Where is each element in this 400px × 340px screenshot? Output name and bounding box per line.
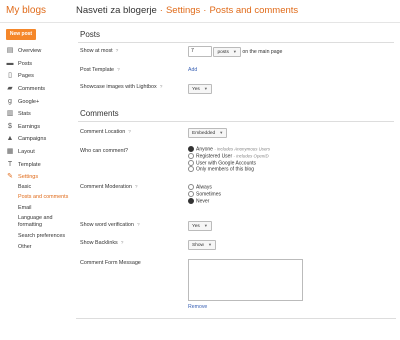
comment-moderation-options: Always Sometimes Never	[188, 184, 221, 204]
backlinks-label: Show Backlinks?	[80, 240, 124, 246]
posts-count-input[interactable]: 7	[188, 46, 212, 57]
show-at-most-label: Show at most?	[80, 48, 119, 54]
sidebar-item-campaigns[interactable]: ▲ Campaigns	[6, 133, 76, 146]
blog-name-crumb[interactable]: Nasveti za blogerje	[76, 5, 157, 16]
comments-icon: ▰	[7, 85, 13, 93]
crumb-separator: ·	[159, 5, 163, 16]
radio-dot	[188, 146, 194, 152]
remove-link[interactable]: Remove	[188, 304, 207, 310]
radio-members-only[interactable]: Only members of this blog	[188, 166, 270, 173]
settings-submenu: Basic Posts and comments Email Language …	[6, 184, 76, 251]
top-bar: My blogs Nasveti za blogerje · Settings · Po…	[0, 0, 400, 23]
comment-form-message-label: Comment Form Message	[80, 260, 141, 266]
chevron-down-icon: ▼	[203, 223, 208, 228]
submenu-other[interactable]: Other	[18, 244, 76, 251]
divider	[78, 42, 394, 43]
lightbox-label: Showcase images with Lightbox?	[80, 84, 163, 90]
backlinks-select[interactable]: Show ▼	[188, 240, 216, 250]
main-page-suffix: on the main page	[242, 48, 283, 55]
comment-location-label: Comment Location?	[80, 129, 131, 135]
lightbox-select[interactable]: Yes ▼	[188, 84, 212, 94]
earnings-icon: $	[8, 122, 12, 130]
help-icon[interactable]: ?	[128, 130, 131, 135]
template-icon: T	[7, 160, 13, 168]
help-icon[interactable]: ?	[117, 68, 120, 73]
post-template-label: Post Template?	[80, 67, 120, 73]
layout-icon: ▦	[6, 148, 14, 156]
settings-icon: ✎	[7, 173, 13, 181]
comment-location-control: Embedded ▼	[188, 128, 228, 138]
who-can-comment-options: Anyone - includes Anonymous Users Regist…	[188, 146, 270, 173]
chevron-down-icon: ▼	[219, 130, 224, 135]
help-icon[interactable]: ?	[137, 223, 140, 228]
chevron-down-icon: ▼	[232, 48, 237, 54]
comment-moderation-label: Comment Moderation?	[80, 184, 138, 190]
backlinks-control: Show ▼	[188, 240, 216, 250]
radio-dot	[188, 190, 194, 197]
radio-dot	[188, 184, 194, 190]
radio-dot	[188, 159, 194, 166]
word-verification-control: Yes ▼	[188, 221, 212, 231]
sidebar-item-layout[interactable]: ▦ Layout	[6, 146, 76, 159]
word-verification-select[interactable]: Yes ▼	[188, 221, 212, 231]
sidebar-item-comments[interactable]: ▰ Comments	[6, 83, 76, 96]
radio-anyone[interactable]: Anyone - includes Anonymous Users	[188, 146, 270, 153]
help-icon[interactable]: ?	[116, 49, 119, 54]
divider	[76, 318, 396, 319]
sidebar-item-template[interactable]: T Template	[6, 158, 76, 171]
overview-icon: ▤	[6, 47, 14, 55]
settings-crumb[interactable]: Settings	[166, 5, 200, 16]
help-icon[interactable]: ?	[160, 85, 163, 90]
who-can-comment-label: Who can comment?	[80, 148, 128, 154]
sidebar-item-earnings[interactable]: $ Earnings	[6, 121, 76, 134]
sidebar-item-stats[interactable]: ▥ Stats	[6, 108, 76, 121]
radio-dot	[188, 152, 194, 159]
breadcrumb: Nasveti za blogerje · Settings · Posts and c…	[76, 5, 298, 16]
sidebar: ▤ Overview ▬ Posts ▯ Pages ▰ Comments g Googl…	[6, 45, 76, 254]
comment-location-select[interactable]: Embedded ▼	[188, 128, 228, 138]
pages-icon: ▯	[8, 72, 12, 80]
posts-icon: ▬	[6, 59, 14, 67]
submenu-email[interactable]: Email	[18, 205, 76, 212]
word-verification-label: Show word verification?	[80, 222, 140, 228]
comment-form-message-textarea[interactable]	[188, 259, 303, 301]
lightbox-control: Yes ▼	[188, 84, 212, 94]
submenu-language-and-formatting[interactable]: Language and formatting	[18, 215, 62, 229]
radio-sometimes[interactable]: Sometimes	[188, 190, 221, 198]
radio-google-accounts[interactable]: User with Google Accounts	[188, 159, 270, 167]
google-plus-icon: g	[8, 97, 12, 105]
help-icon[interactable]: ?	[121, 241, 124, 246]
radio-always[interactable]: Always	[188, 184, 221, 191]
sidebar-item-pages[interactable]: ▯ Pages	[6, 70, 76, 83]
radio-dot	[188, 197, 194, 204]
my-blogs-link[interactable]: My blogs	[6, 5, 46, 16]
posts-heading: Posts	[80, 30, 101, 39]
crumb-separator: ·	[203, 5, 207, 16]
comments-heading: Comments	[80, 109, 119, 118]
page-title: Posts and comments	[209, 5, 299, 16]
comments-section: Comments	[78, 103, 394, 122]
divider	[78, 121, 394, 122]
radio-never[interactable]: Never	[188, 197, 221, 205]
sidebar-item-google-plus[interactable]: g Google+	[6, 95, 76, 108]
chevron-down-icon: ▼	[208, 242, 212, 247]
new-post-button[interactable]: New post	[6, 29, 36, 40]
chevron-down-icon: ▼	[203, 86, 208, 91]
sidebar-item-settings[interactable]: ✎ Settings	[6, 171, 76, 184]
sidebar-item-posts[interactable]: ▬ Posts	[6, 58, 76, 71]
submenu-posts-and-comments[interactable]: Posts and comments	[18, 194, 76, 201]
main-content: Posts	[78, 22, 394, 43]
submenu-basic[interactable]: Basic	[18, 184, 76, 191]
campaigns-icon: ▲	[6, 135, 14, 143]
radio-registered-user[interactable]: Registered User - includes OpenID	[188, 152, 270, 160]
stats-icon: ▥	[6, 110, 14, 118]
posts-unit-select[interactable]: posts ▼	[213, 46, 241, 57]
post-template-add-link[interactable]: Add	[188, 67, 197, 73]
help-icon[interactable]: ?	[135, 185, 138, 190]
sidebar-item-overview[interactable]: ▤ Overview	[6, 45, 76, 58]
submenu-search-preferences[interactable]: Search preferences	[18, 233, 76, 240]
show-at-most-control: 7 posts ▼ on the main page	[188, 46, 282, 57]
radio-dot	[188, 166, 194, 173]
